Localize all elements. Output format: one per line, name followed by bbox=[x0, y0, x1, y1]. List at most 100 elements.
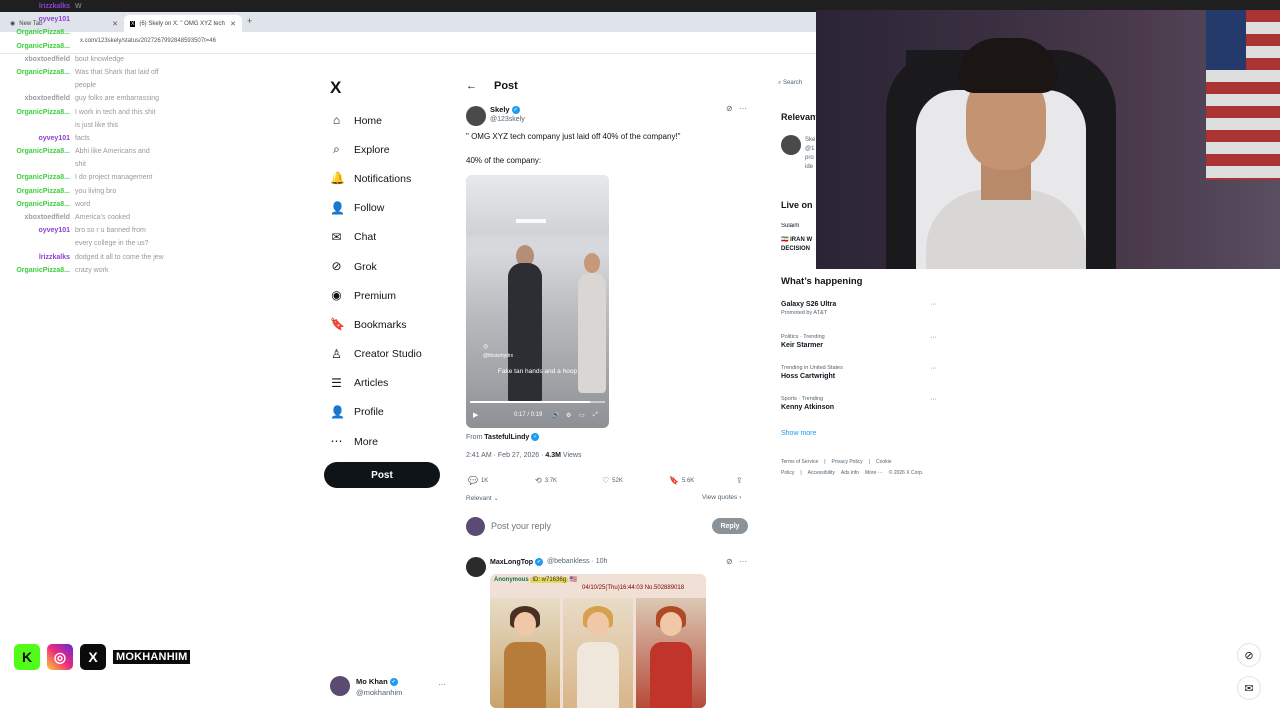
home-icon: ⌂ bbox=[332, 113, 341, 128]
avatar[interactable] bbox=[781, 135, 801, 155]
image-panel bbox=[490, 598, 560, 708]
more-icon[interactable]: ··· bbox=[930, 334, 937, 341]
author-avatar[interactable] bbox=[466, 106, 486, 126]
nav-item-home[interactable]: ⌂ Home bbox=[330, 106, 422, 135]
nav-item-profile[interactable]: 👤 Profile bbox=[330, 398, 422, 427]
author-handle[interactable]: @123skely bbox=[490, 116, 525, 123]
show-more-link[interactable]: Show more bbox=[781, 430, 816, 437]
nav-item-label: Profile bbox=[354, 406, 384, 419]
relevant-people-heading: Relevant bbox=[781, 112, 819, 122]
chat-message: OrganicPizza8... I do project management bbox=[6, 171, 246, 184]
reply-icon: 💬 bbox=[468, 476, 478, 485]
search-icon: ⌕ bbox=[333, 142, 340, 157]
bookmark-button[interactable]: 🔖 5.6K bbox=[669, 476, 694, 485]
share-button[interactable]: ⇪ bbox=[736, 476, 743, 485]
more-icon[interactable]: ··· bbox=[930, 301, 937, 308]
nav-item-chat[interactable]: ✉ Chat bbox=[330, 223, 422, 252]
more-icon[interactable]: ··· bbox=[930, 365, 937, 372]
footer-links: Terms of Service | Privacy Policy | Cookie P… bbox=[781, 457, 931, 479]
trend-title: Keir Starmer bbox=[781, 342, 824, 349]
chat-message: OrganicPizza8... I work in tech and this … bbox=[6, 106, 246, 119]
instagram-icon: ◎ bbox=[47, 644, 73, 670]
nav-item-more[interactable]: ⋯ More bbox=[330, 427, 422, 456]
social-links-bar: K ◎ X MOKHANHIM bbox=[14, 644, 191, 670]
reply-button[interactable]: 💬 1K bbox=[468, 476, 488, 485]
captions-icon[interactable]: ▭ bbox=[579, 412, 585, 419]
reply-image[interactable]: Anonymous ID: w71636g 🇺🇸 04/10/25(Thu)16… bbox=[490, 574, 706, 708]
trend-category: Trending in United States bbox=[781, 365, 843, 371]
x-logo-icon[interactable]: X bbox=[330, 78, 341, 98]
live-user[interactable]: Sulaim bbox=[781, 223, 817, 229]
trend-item[interactable]: Sports · Trending Kenny Atkinson ··· bbox=[781, 396, 941, 411]
trend-item[interactable]: Galaxy S26 Ultra Promoted by AT&T ··· bbox=[781, 301, 941, 316]
nav-item-notifications[interactable]: 🔔 Notifications bbox=[330, 164, 422, 193]
footer-link[interactable]: Terms of Service bbox=[781, 459, 818, 465]
repost-icon: ⟲ bbox=[535, 476, 542, 485]
nav-item-label: Follow bbox=[354, 202, 385, 215]
play-icon[interactable]: ▶ bbox=[473, 411, 478, 419]
nav-item-label: Explore bbox=[354, 143, 390, 156]
nav-item-bookmarks[interactable]: 🔖 Bookmarks bbox=[330, 310, 422, 339]
verified-badge-icon: ✓ bbox=[511, 106, 520, 115]
chat-message: shit bbox=[6, 158, 246, 171]
source-user-link[interactable]: TastefulLindy bbox=[484, 434, 529, 441]
trend-item[interactable]: Politics · Trending Keir Starmer ··· bbox=[781, 334, 941, 349]
view-quotes-link[interactable]: View quotes › bbox=[702, 494, 741, 501]
image-figure-face bbox=[587, 612, 609, 636]
footer-link[interactable]: More ··· bbox=[865, 470, 883, 476]
nav-item-grok[interactable]: ⊘ Grok bbox=[330, 252, 422, 281]
chat-message: OrganicPizza8... you living bro bbox=[6, 185, 246, 198]
profile-icon: 👤 bbox=[330, 404, 345, 419]
more-icon[interactable]: ··· bbox=[438, 680, 446, 689]
author-name[interactable]: Skely ✓ bbox=[490, 105, 520, 115]
settings-icon[interactable]: ⚙ bbox=[566, 412, 571, 419]
premium-icon: ◉ bbox=[331, 288, 342, 303]
new-tab-plus-icon[interactable]: + bbox=[247, 16, 252, 26]
reply-submit-button[interactable]: Reply bbox=[712, 518, 748, 534]
account-switcher[interactable]: Mo Khan ✓ @mokhanhim ··· bbox=[330, 674, 450, 700]
more-icon[interactable]: ··· bbox=[930, 396, 937, 403]
reply-author-handle[interactable]: @bebankless · 10h bbox=[547, 558, 607, 565]
video-source: From TastefulLindy ✓ bbox=[466, 433, 540, 441]
messages-icon[interactable]: ✉ bbox=[1237, 676, 1261, 700]
post-button[interactable]: Post bbox=[324, 462, 440, 488]
chat-message: OrganicPizza8... crazy work bbox=[6, 264, 246, 277]
like-button[interactable]: ♡ 52K bbox=[602, 476, 623, 485]
nav-item-premium[interactable]: ◉ Premium bbox=[330, 281, 422, 310]
footer-link[interactable]: Accessibility bbox=[808, 470, 835, 476]
search-input[interactable]: ⌕ Search bbox=[778, 80, 818, 92]
footer-link[interactable]: Privacy Policy bbox=[832, 459, 863, 465]
more-icon[interactable]: ··· bbox=[739, 104, 747, 113]
chat-message: oyvey101 facts bbox=[6, 132, 246, 145]
fullscreen-icon[interactable]: ⤢ bbox=[593, 412, 598, 419]
nav-item-label: Chat bbox=[354, 231, 377, 244]
nav-item-follow[interactable]: 👤 Follow bbox=[330, 194, 422, 223]
chat-text: Abhi like Americans and bbox=[75, 148, 150, 156]
more-icon[interactable]: ··· bbox=[739, 557, 747, 566]
footer-link[interactable]: © 2026 X Corp. bbox=[889, 470, 924, 476]
reply-author-name[interactable]: MaxLongTop ✓ bbox=[490, 558, 544, 566]
video-progress-bar[interactable] bbox=[470, 401, 605, 403]
repost-button[interactable]: ⟲ 3.7K bbox=[535, 476, 557, 485]
chat-username: xboxtoedfield bbox=[24, 214, 70, 221]
chat-text: I do project management bbox=[75, 174, 153, 182]
trend-item[interactable]: Trending in United States Hoss Cartwright… bbox=[781, 365, 941, 380]
grok-icon[interactable]: ⊘ bbox=[726, 557, 733, 566]
grok-icon[interactable]: ⊘ bbox=[1237, 643, 1261, 667]
sort-replies-dropdown[interactable]: Relevant ⌄ bbox=[466, 494, 499, 502]
chat-text: people bbox=[75, 82, 97, 90]
nav-item-explore[interactable]: ⌕ Explore bbox=[330, 135, 422, 164]
reply-author-avatar[interactable] bbox=[466, 557, 486, 577]
heart-icon: ♡ bbox=[602, 476, 610, 485]
grok-icon[interactable]: ⊘ bbox=[726, 104, 733, 113]
volume-icon[interactable]: 🔊 bbox=[552, 412, 559, 419]
nav-item-creator-studio[interactable]: ♙ Creator Studio bbox=[330, 340, 422, 369]
reply-input[interactable] bbox=[491, 521, 691, 531]
live-title[interactable]: 🇮🇷 IRAN W DECISION bbox=[781, 236, 817, 254]
nav-item-label: Home bbox=[354, 114, 383, 127]
creator-studio-icon: ♙ bbox=[331, 346, 342, 361]
footer-link[interactable]: Ads info bbox=[841, 470, 859, 476]
tweet-video[interactable]: ◎ @thisismydrx Fake tan hands and a hoop… bbox=[466, 175, 609, 428]
nav-item-articles[interactable]: ☰ Articles bbox=[330, 369, 422, 398]
back-arrow-icon[interactable]: ← bbox=[466, 80, 477, 92]
